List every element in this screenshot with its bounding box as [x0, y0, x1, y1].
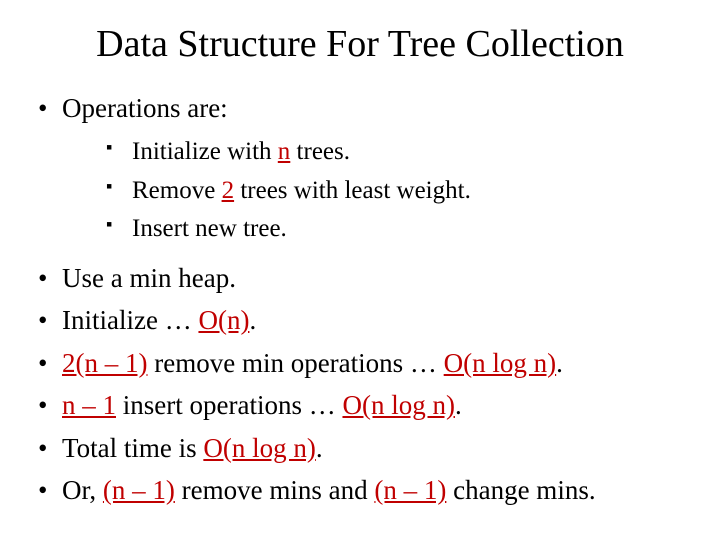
text: trees with least weight.: [234, 177, 471, 204]
text: trees.: [290, 138, 350, 165]
constant-2: 2: [222, 177, 235, 204]
slide: Data Structure For Tree Collection Opera…: [0, 0, 720, 540]
text: Remove: [132, 177, 222, 204]
complexity: O(n log n): [203, 433, 315, 463]
count: (n – 1): [374, 475, 446, 505]
bullet-min-heap: Use a min heap.: [36, 260, 690, 296]
text: .: [455, 390, 462, 420]
text: remove min operations …: [147, 348, 443, 378]
bullet-operations: Operations are: Initialize with n trees.…: [36, 90, 690, 246]
bullet-initialize-complexity: Initialize … O(n).: [36, 302, 690, 338]
text: Use a min heap.: [62, 263, 236, 293]
text: .: [556, 348, 563, 378]
text: Initialize …: [62, 305, 198, 335]
sub-bullet-remove: Remove 2 trees with least weight.: [106, 175, 690, 208]
slide-title: Data Structure For Tree Collection: [30, 22, 690, 66]
bullet-list-level2: Initialize with n trees. Remove 2 trees …: [106, 136, 690, 246]
text: Operations are:: [62, 93, 228, 123]
count: 2(n – 1): [62, 348, 147, 378]
text: insert operations …: [116, 390, 342, 420]
text: .: [249, 305, 256, 335]
bullet-list-level1: Operations are: Initialize with n trees.…: [36, 90, 690, 509]
text: Insert new tree.: [132, 215, 287, 242]
text: Or,: [62, 475, 103, 505]
text: Initialize with: [132, 138, 278, 165]
complexity: O(n): [198, 305, 249, 335]
text: remove mins and: [175, 475, 374, 505]
complexity: O(n log n): [342, 390, 454, 420]
variable-n: n: [278, 138, 291, 165]
bullet-total-time: Total time is O(n log n).: [36, 430, 690, 466]
bullet-alternative: Or, (n – 1) remove mins and (n – 1) chan…: [36, 472, 690, 508]
text: .: [316, 433, 323, 463]
text: change mins.: [446, 475, 595, 505]
complexity: O(n log n): [444, 348, 556, 378]
text: Total time is: [62, 433, 203, 463]
bullet-insert-complexity: n – 1 insert operations … O(n log n).: [36, 387, 690, 423]
sub-bullet-initialize: Initialize with n trees.: [106, 136, 690, 169]
count: (n – 1): [103, 475, 175, 505]
count: n – 1: [62, 390, 116, 420]
sub-bullet-insert: Insert new tree.: [106, 213, 690, 246]
bullet-remove-complexity: 2(n – 1) remove min operations … O(n log…: [36, 345, 690, 381]
